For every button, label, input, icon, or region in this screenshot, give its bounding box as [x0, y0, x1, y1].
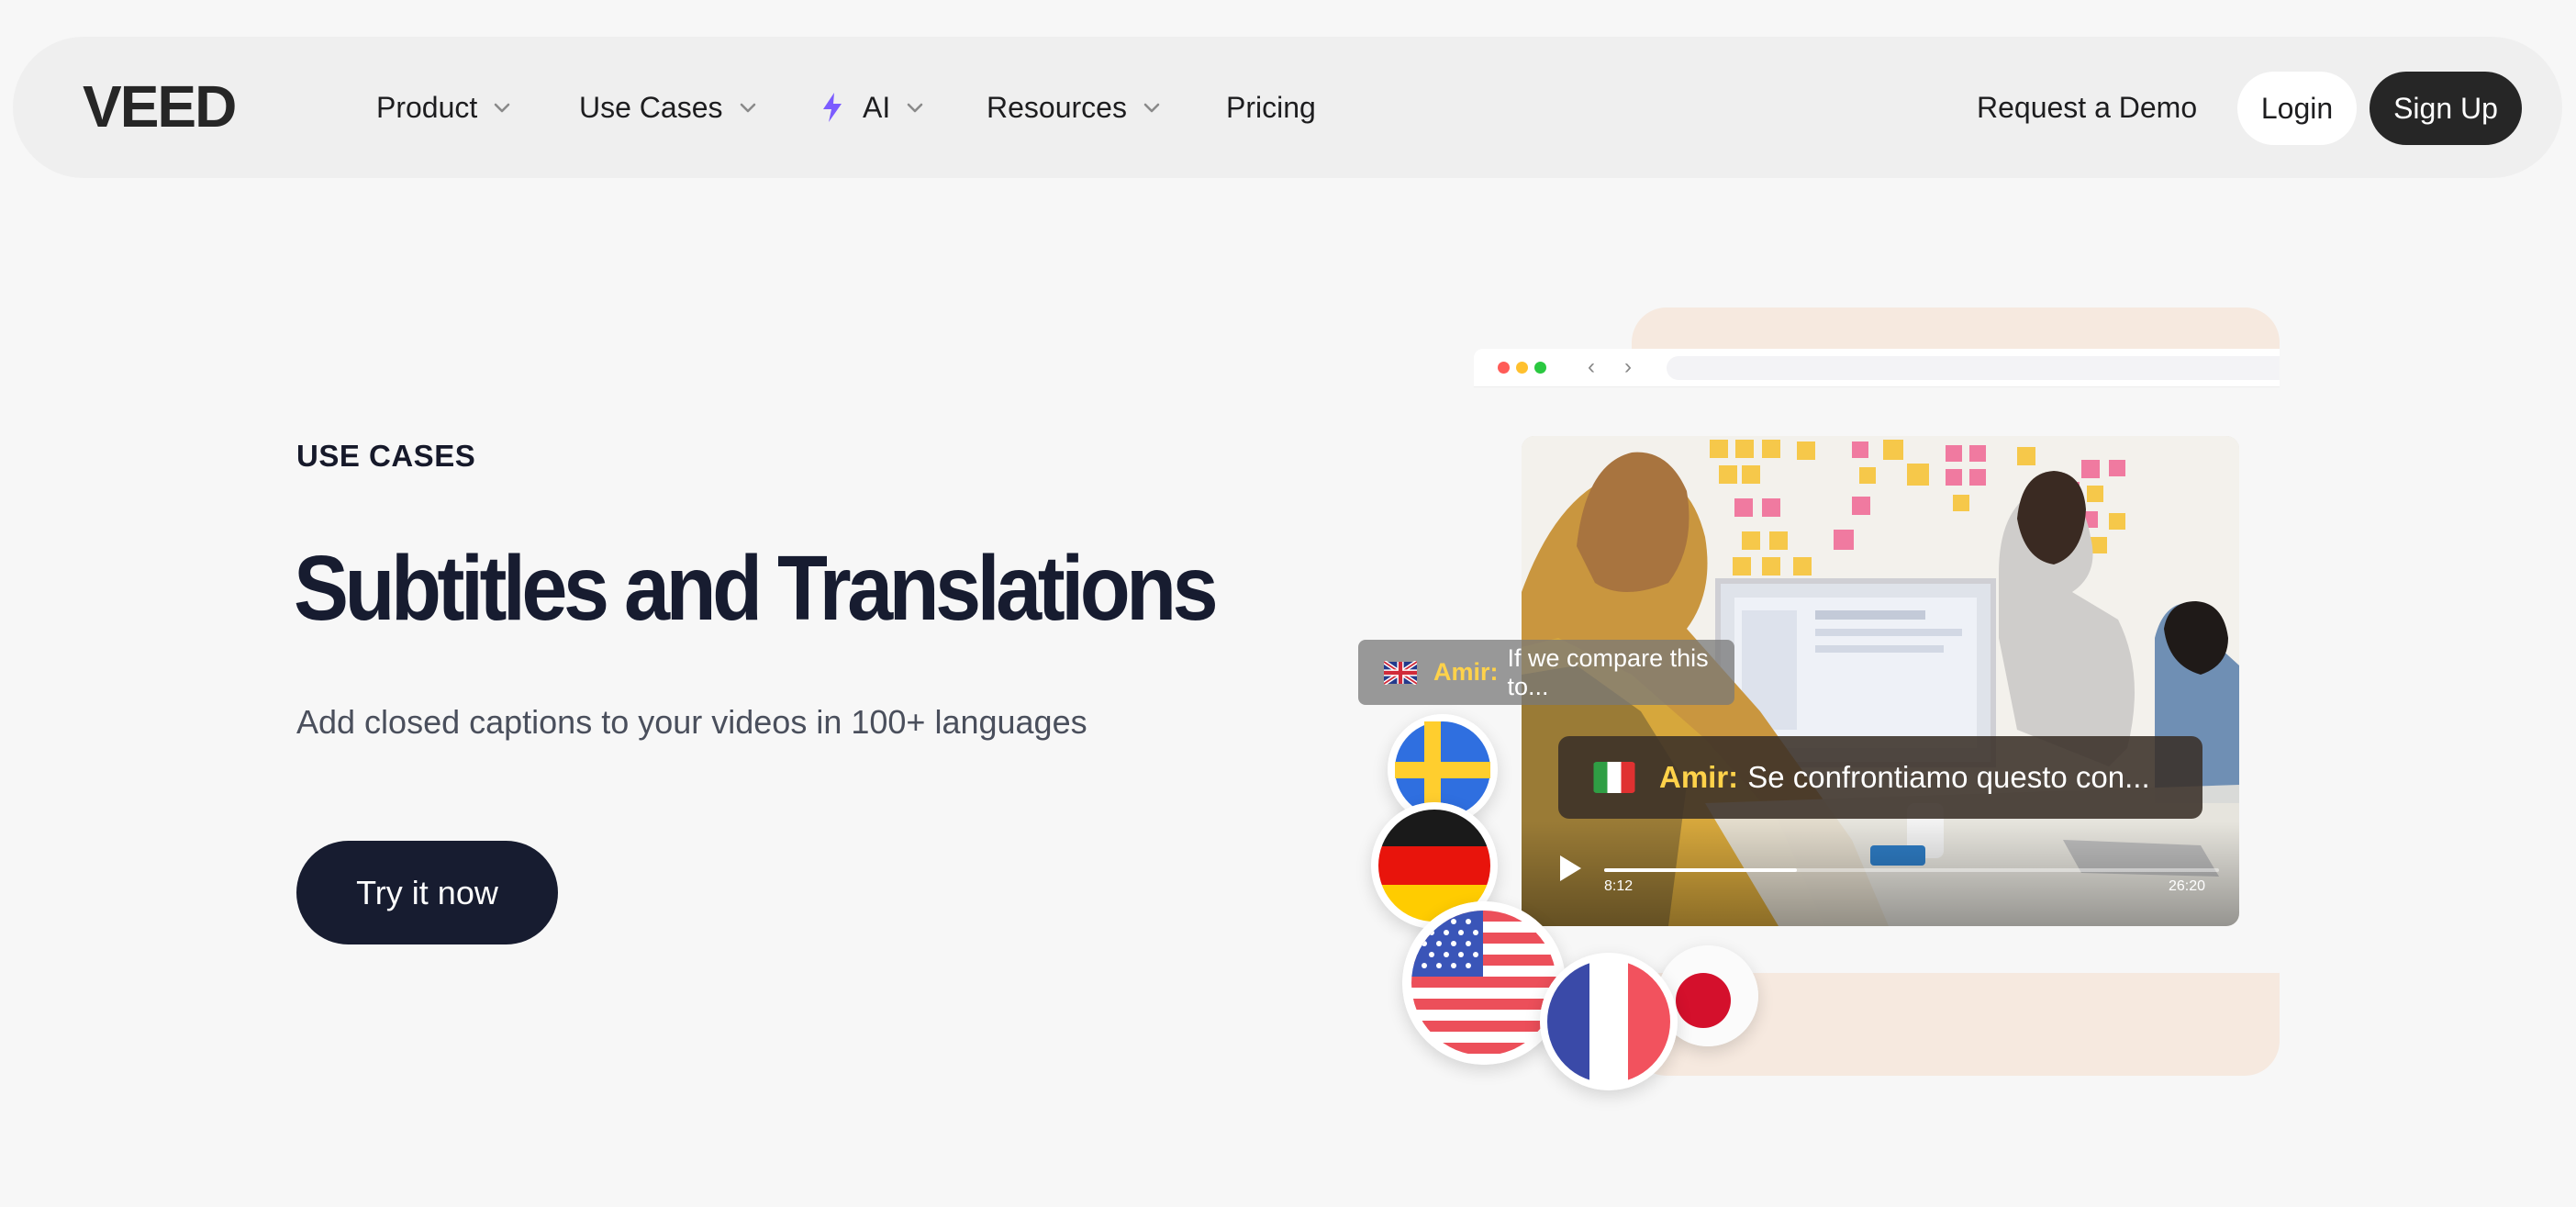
usa-flag-icon [1402, 901, 1566, 1065]
caption-italian-speaker: Amir: [1659, 760, 1739, 794]
caption-english: Amir: If we compare this to... [1358, 640, 1734, 705]
nav-product[interactable]: Product [376, 37, 512, 178]
caption-italian: Amir: Se confrontiamo questo con... [1558, 736, 2202, 819]
login-button[interactable]: Login [2237, 72, 2357, 145]
chevron-down-icon [1143, 103, 1160, 113]
veed-logo[interactable]: VEED [83, 79, 312, 134]
lightning-icon [823, 93, 842, 122]
svg-text:VEED: VEED [83, 79, 235, 134]
current-time: 8:12 [1604, 878, 1634, 894]
nav-ai-label: AI [863, 90, 891, 124]
nav-ai[interactable]: AI [820, 37, 925, 178]
section-eyebrow: USE CASES [296, 439, 476, 473]
url-bar [1667, 356, 2280, 380]
caption-english-speaker: Amir: [1433, 658, 1499, 686]
page-title: Subtitles and Translations [294, 537, 1219, 640]
nav-resources-label: Resources [987, 90, 1127, 124]
caption-english-text: If we compare this to... [1507, 643, 1709, 700]
minimize-dot-icon [1516, 362, 1528, 374]
browser-toolbar: ‹ › [1474, 349, 2280, 387]
nav-use-cases-label: Use Cases [579, 90, 723, 124]
sign-up-button[interactable]: Sign Up [2370, 72, 2522, 145]
uk-flag-icon [1384, 660, 1417, 685]
italy-flag-icon [1593, 762, 1635, 793]
try-it-now-button[interactable]: Try it now [296, 841, 558, 944]
caption-italian-text: Se confrontiamo questo con... [1747, 760, 2150, 794]
maximize-dot-icon [1534, 362, 1546, 374]
request-demo-link[interactable]: Request a Demo [1977, 37, 2197, 178]
forward-arrow-icon: › [1624, 354, 1632, 379]
france-flag-icon [1540, 953, 1678, 1090]
chevron-down-icon [907, 103, 923, 113]
nav-pricing-label: Pricing [1226, 90, 1316, 124]
video-progress-fill [1604, 868, 1797, 872]
chevron-down-icon [740, 103, 755, 113]
top-navigation: VEED Product Use Cases AI Resources Pric… [13, 37, 2562, 178]
back-arrow-icon: ‹ [1588, 354, 1595, 379]
chevron-down-icon [494, 103, 510, 113]
page-subtitle: Add closed captions to your videos in 10… [296, 703, 1087, 741]
nav-pricing[interactable]: Pricing [1226, 37, 1316, 178]
close-dot-icon [1498, 362, 1510, 374]
nav-resources[interactable]: Resources [987, 37, 1162, 178]
total-time: 26:20 [2169, 878, 2206, 894]
play-icon[interactable] [1556, 853, 1584, 884]
nav-use-cases[interactable]: Use Cases [579, 37, 758, 178]
nav-product-label: Product [376, 90, 478, 124]
